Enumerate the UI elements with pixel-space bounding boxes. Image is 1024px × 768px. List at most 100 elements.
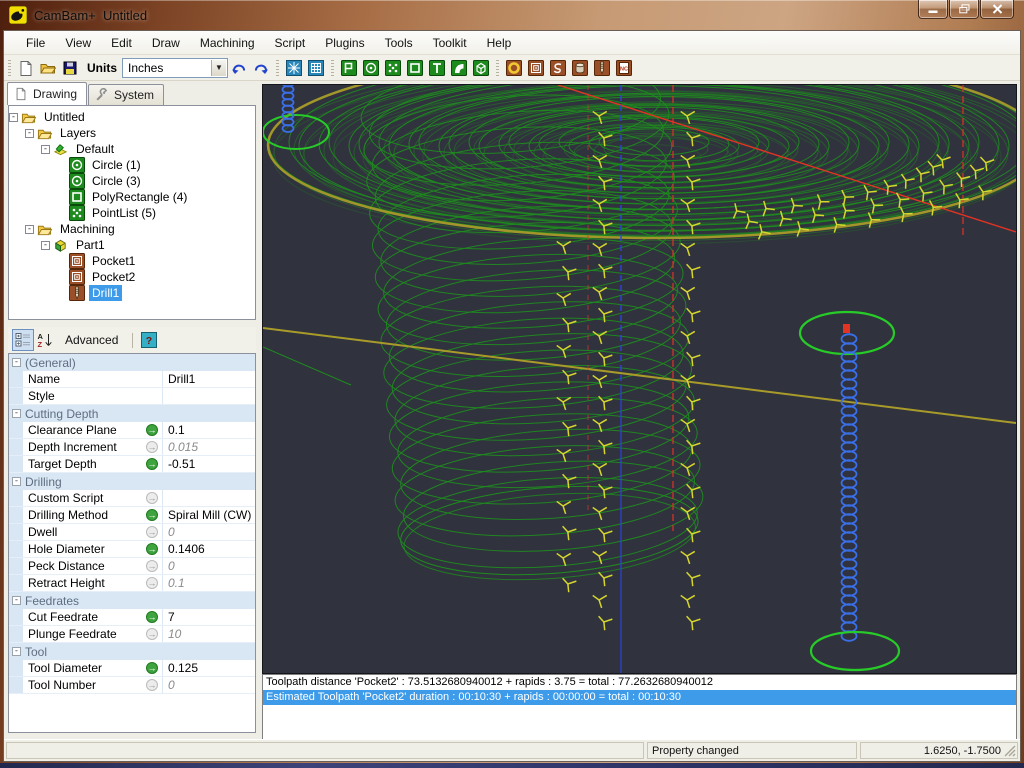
prop-value[interactable]: 0.1 — [162, 422, 255, 438]
advanced-button[interactable]: Advanced — [56, 333, 127, 347]
draw-pointlist-button[interactable] — [382, 57, 404, 79]
menu-script[interactable]: Script — [265, 33, 316, 53]
chevron-down-icon[interactable]: ▼ — [211, 60, 226, 76]
prop-row-cut-feedrate[interactable]: Cut Feedrate → 7 — [9, 609, 255, 626]
prop-category-feedrates[interactable]: - Feedrates — [9, 592, 255, 609]
prop-row-style[interactable]: Style — [9, 388, 255, 405]
prop-row-peck-distance[interactable]: Peck Distance → 0 — [9, 558, 255, 575]
units-select[interactable]: Inches ▼ — [122, 58, 228, 78]
category-expander[interactable]: - — [12, 358, 21, 367]
prop-category-tool[interactable]: - Tool — [9, 643, 255, 660]
prop-row-dwell[interactable]: Dwell → 0 — [9, 524, 255, 541]
menu-tools[interactable]: Tools — [375, 33, 423, 53]
menu-toolkit[interactable]: Toolkit — [423, 33, 477, 53]
category-expander[interactable]: - — [12, 477, 21, 486]
tree-expander[interactable]: - — [9, 113, 18, 122]
snap-grid-button[interactable] — [305, 57, 327, 79]
tree-expander[interactable]: - — [25, 225, 34, 234]
toolbar-grip[interactable] — [276, 60, 279, 76]
prop-value[interactable]: 0 — [162, 558, 255, 574]
mop-drill-button[interactable] — [569, 57, 591, 79]
tree-item-part1[interactable]: -Part1 — [9, 237, 255, 253]
draw-solid-button[interactable] — [470, 57, 492, 79]
tree-item-circle-1[interactable]: Circle (1) — [9, 157, 255, 173]
draw-polyline-button[interactable] — [338, 57, 360, 79]
prop-value[interactable]: 7 — [162, 609, 255, 625]
prop-value[interactable]: Drill1 — [162, 371, 255, 387]
menu-machining[interactable]: Machining — [190, 33, 265, 53]
prop-value[interactable]: -0.51 — [162, 456, 255, 472]
prop-row-custom-script[interactable]: Custom Script → — [9, 490, 255, 507]
prop-row-target-depth[interactable]: Target Depth → -0.51 — [9, 456, 255, 473]
category-expander[interactable]: - — [12, 647, 21, 656]
prop-row-depth-increment[interactable]: Depth Increment → 0.015 — [9, 439, 255, 456]
tree-expander[interactable]: - — [25, 129, 34, 138]
menu-help[interactable]: Help — [477, 33, 522, 53]
tree-expander[interactable]: - — [41, 145, 50, 154]
prop-row-name[interactable]: Name Drill1 — [9, 371, 255, 388]
prop-row-tool-diameter[interactable]: Tool Diameter → 0.125 — [9, 660, 255, 677]
drawing-tree[interactable]: -Untitled-Layers-DefaultCircle (1)Circle… — [8, 105, 256, 320]
toolbar-grip[interactable] — [331, 60, 334, 76]
menu-draw[interactable]: Draw — [142, 33, 190, 53]
prop-value[interactable]: 0 — [162, 524, 255, 540]
prop-value[interactable]: 0.125 — [162, 660, 255, 676]
minimize-button[interactable] — [918, 0, 948, 19]
help-button[interactable]: ? — [138, 329, 160, 351]
draw-circle-button[interactable] — [360, 57, 382, 79]
toolpath-message[interactable]: Estimated Toolpath 'Pocket2' duration : … — [263, 690, 1016, 705]
menu-edit[interactable]: Edit — [101, 33, 142, 53]
prop-category-cutting-depth[interactable]: - Cutting Depth — [9, 405, 255, 422]
prop-row-retract-height[interactable]: Retract Height → 0.1 — [9, 575, 255, 592]
mop-profile-button[interactable] — [503, 57, 525, 79]
snap-points-button[interactable] — [283, 57, 305, 79]
mop-ncfile-button[interactable]: NC — [613, 57, 635, 79]
redo-button[interactable] — [250, 57, 272, 79]
titlebar[interactable]: CamBam+ Untitled — [0, 0, 1024, 30]
prop-value[interactable]: 0.1 — [162, 575, 255, 591]
prop-value[interactable] — [162, 490, 255, 506]
category-expander[interactable]: - — [12, 596, 21, 605]
toolpath-message[interactable]: Toolpath distance 'Pocket2' : 73.5132680… — [263, 675, 1016, 690]
mop-engrave-button[interactable] — [547, 57, 569, 79]
prop-row-clearance-plane[interactable]: Clearance Plane → 0.1 — [9, 422, 255, 439]
viewport-canvas[interactable] — [263, 85, 1016, 673]
undo-button[interactable] — [228, 57, 250, 79]
alphabetical-sort-button[interactable]: AZ — [34, 329, 56, 351]
open-file-button[interactable] — [37, 57, 59, 79]
tree-expander[interactable]: - — [41, 241, 50, 250]
prop-category-drilling[interactable]: - Drilling — [9, 473, 255, 490]
prop-row-tool-number[interactable]: Tool Number → 0 — [9, 677, 255, 694]
draw-rectangle-button[interactable] — [404, 57, 426, 79]
new-file-button[interactable] — [15, 57, 37, 79]
tree-item-circle-3[interactable]: Circle (3) — [9, 173, 255, 189]
prop-value[interactable]: 0.1406 — [162, 541, 255, 557]
tree-item-pocket1[interactable]: Pocket1 — [9, 253, 255, 269]
menu-file[interactable]: File — [16, 33, 55, 53]
tree-item-layers[interactable]: -Layers — [9, 125, 255, 141]
tab-drawing[interactable]: Drawing — [7, 82, 87, 105]
resize-grip[interactable] — [1004, 745, 1016, 757]
prop-value[interactable]: 0.015 — [162, 439, 255, 455]
toolpath-message-list[interactable]: Toolpath distance 'Pocket2' : 73.5132680… — [262, 674, 1017, 740]
save-file-button[interactable] — [59, 57, 81, 79]
tree-item-pointlist-5[interactable]: PointList (5) — [9, 205, 255, 221]
mop-drillbit-button[interactable] — [591, 57, 613, 79]
categorized-view-button[interactable] — [12, 329, 34, 351]
prop-row-hole-diameter[interactable]: Hole Diameter → 0.1406 — [9, 541, 255, 558]
tree-item-untitled[interactable]: -Untitled — [9, 109, 255, 125]
tree-item-pocket2[interactable]: Pocket2 — [9, 269, 255, 285]
tree-item-default[interactable]: -Default — [9, 141, 255, 157]
prop-row-drilling-method[interactable]: Drilling Method → Spiral Mill (CW) — [9, 507, 255, 524]
category-expander[interactable]: - — [12, 409, 21, 418]
close-button[interactable] — [980, 0, 1014, 19]
property-grid[interactable]: - (General) Name Drill1 Style - Cutting … — [8, 353, 256, 733]
prop-value[interactable]: Spiral Mill (CW) — [162, 507, 255, 523]
prop-value[interactable] — [162, 388, 255, 404]
prop-value[interactable]: 10 — [162, 626, 255, 642]
prop-category-general[interactable]: - (General) — [9, 354, 255, 371]
draw-surface-button[interactable] — [448, 57, 470, 79]
tree-item-machining[interactable]: -Machining — [9, 221, 255, 237]
restore-button[interactable] — [949, 0, 979, 19]
toolbar-grip[interactable] — [496, 60, 499, 76]
